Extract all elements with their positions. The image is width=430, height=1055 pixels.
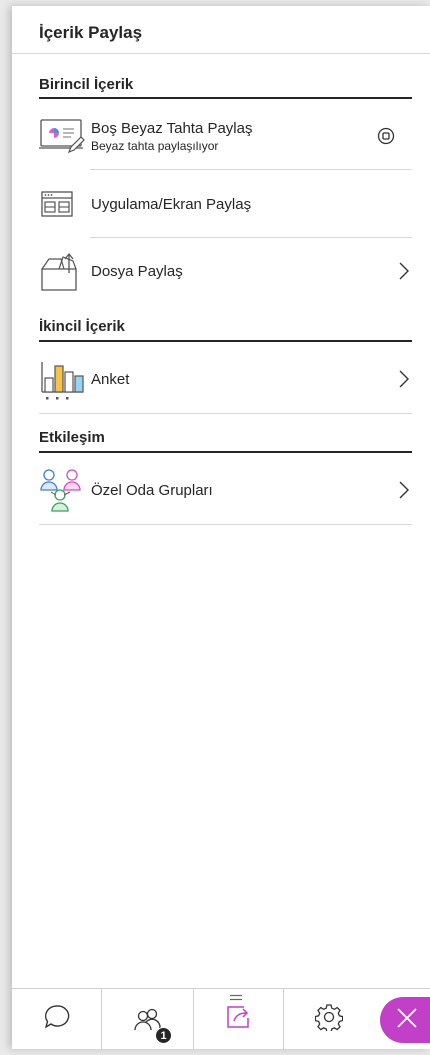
row-divider: [90, 169, 412, 170]
section-title-secondary: İkincil İçerik: [39, 318, 125, 335]
poll-label: Anket: [91, 370, 130, 388]
section-divider-interaction: [39, 451, 412, 453]
whiteboard-icon: [39, 113, 89, 159]
share-file-row[interactable]: Dosya Paylaş: [39, 244, 412, 298]
section-divider-secondary: [39, 340, 412, 342]
settings-tab[interactable]: [284, 989, 374, 1050]
panel-title: İçerik Paylaş: [12, 6, 430, 54]
poll-icon: [39, 356, 89, 402]
share-whiteboard-row[interactable]: Boş Beyaz Tahta Paylaş Beyaz tahta payla…: [39, 111, 412, 161]
share-content-panel: İçerik Paylaş Birincil İçerik Boş Beyaz …: [12, 6, 430, 1050]
row-divider: [39, 413, 412, 414]
attendees-tab[interactable]: 1: [102, 989, 242, 1050]
close-icon: [395, 1006, 419, 1035]
chat-tab[interactable]: [12, 989, 102, 1050]
bottom-toolbar: 1: [12, 988, 430, 1050]
breakout-groups-row[interactable]: Özel Oda Grupları: [39, 462, 412, 518]
share-application-label: Uygulama/Ekran Paylaş: [91, 195, 252, 213]
chevron-right-icon: [392, 478, 416, 502]
share-content-tab[interactable]: [194, 989, 284, 1050]
chevron-right-icon: [392, 259, 416, 283]
share-file-label: Dosya Paylaş: [91, 262, 183, 280]
row-divider: [39, 524, 412, 525]
section-title-primary: Birincil İçerik: [39, 76, 134, 93]
share-content-icon: [225, 1004, 253, 1035]
breakout-groups-label: Özel Oda Grupları: [91, 481, 213, 499]
share-application-row[interactable]: Uygulama/Ekran Paylaş: [39, 178, 412, 230]
share-whiteboard-label: Boş Beyaz Tahta Paylaş: [91, 119, 253, 137]
attendee-count-badge: 1: [155, 1027, 172, 1044]
chat-icon: [43, 1003, 71, 1036]
gear-icon: [314, 1003, 344, 1036]
application-screen-icon: [39, 181, 89, 227]
poll-row[interactable]: Anket: [39, 352, 412, 406]
row-divider: [90, 237, 412, 238]
share-whiteboard-status: Beyaz tahta paylaşılıyor: [91, 138, 219, 153]
stop-share-icon[interactable]: [374, 124, 398, 148]
file-share-icon: [39, 248, 89, 294]
section-divider-primary: [39, 97, 412, 99]
section-title-interaction: Etkileşim: [39, 429, 105, 446]
chevron-right-icon: [392, 367, 416, 391]
close-panel-button[interactable]: [380, 997, 430, 1043]
breakout-groups-icon: [39, 467, 89, 513]
